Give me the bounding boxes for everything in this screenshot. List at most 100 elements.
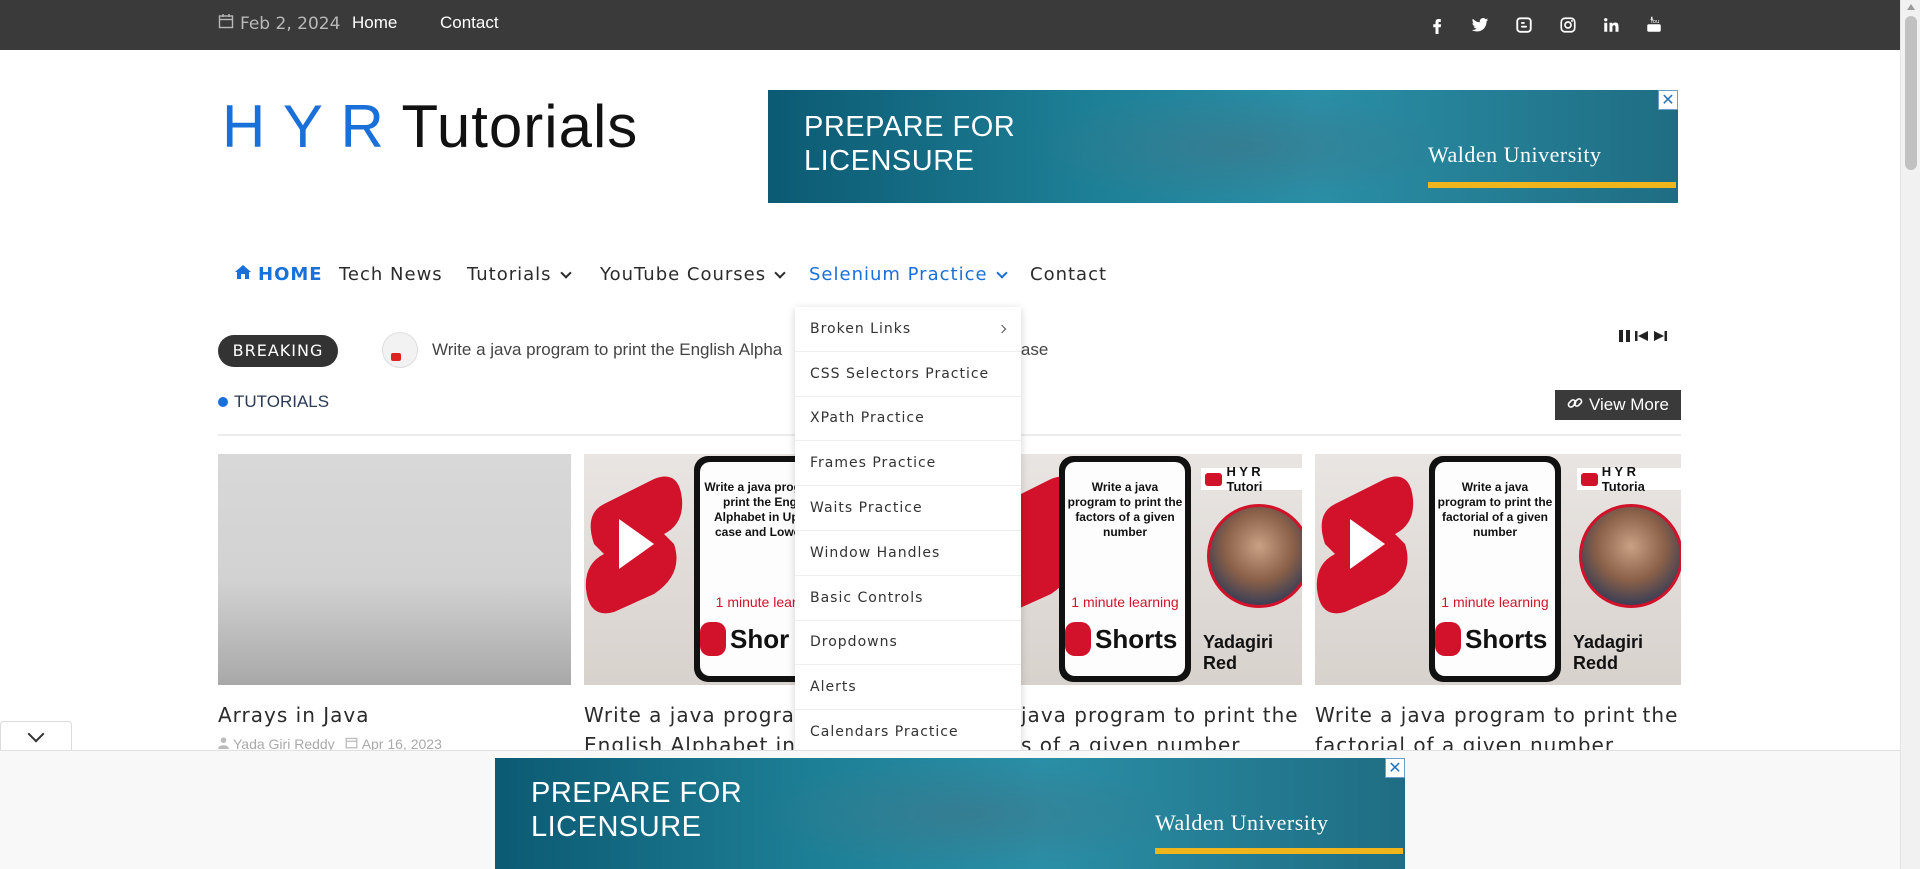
ad-headline-line1: PREPARE FOR (531, 777, 743, 809)
close-icon[interactable]: ✕ (1658, 90, 1678, 110)
youtube-icon (1205, 472, 1223, 486)
youtube-shorts-logo-icon (1316, 476, 1414, 614)
thumbnail-shorts-label: Shor (730, 623, 790, 654)
ad-stripe (1155, 848, 1403, 854)
next-icon[interactable] (1652, 328, 1668, 348)
dropdown-item-window-handles[interactable]: Window Handles (795, 531, 1021, 576)
header-ad-banner[interactable]: PREPARE FOR LICENSURE Walden University … (768, 90, 1678, 203)
page-scrollbar[interactable] (1900, 0, 1920, 869)
card-title-line1: java program to print the (1021, 703, 1299, 727)
site-logo[interactable]: H Y R Tutorials (222, 92, 638, 161)
dropdown-item-dropdowns[interactable]: Dropdowns (795, 621, 1021, 666)
breaking-label: BREAKING (218, 335, 338, 367)
phone-mockup: Write a java prog to print the Eng Alpha… (694, 456, 795, 682)
thumbnail-shorts: Shor (700, 622, 795, 656)
ad-headline-line2: LICENSURE (804, 145, 975, 177)
linkedin-icon[interactable] (1600, 14, 1622, 36)
thumbnail-shorts-label: Shorts (1465, 623, 1548, 654)
shorts-icon (700, 622, 726, 656)
bottom-ad-bar: PREPARE FOR LICENSURE Walden University … (0, 750, 1900, 869)
chevron-down-icon (27, 725, 45, 742)
logo-word: Tutorials (401, 93, 639, 160)
view-more-button[interactable]: View More (1555, 390, 1681, 420)
youtube-icon (1581, 472, 1598, 486)
section-dot-icon (218, 397, 228, 407)
thumbnail-text: Write a java program to print the factor… (1437, 480, 1553, 539)
thumbnail-shorts-label: Shorts (1095, 623, 1178, 654)
date-text: Feb 2, 2024 (240, 13, 341, 34)
youtube-icon[interactable]: You (1643, 14, 1665, 36)
ad-headline: PREPARE FOR LICENSURE (804, 110, 1015, 178)
link-icon (1567, 395, 1583, 416)
nav-tutorials[interactable]: Tutorials (467, 264, 572, 285)
topbar-link-home[interactable]: Home (352, 13, 397, 33)
instagram-icon[interactable] (1557, 14, 1579, 36)
dropdown-item-alerts[interactable]: Alerts (795, 665, 1021, 711)
channel-badge-text: H Y R Tutoria (1601, 464, 1645, 494)
nav-youtube-courses-label: YouTube Courses (600, 264, 767, 285)
calendar-icon (218, 13, 234, 34)
scroll-up-icon[interactable] (1907, 4, 1915, 10)
card-title[interactable]: Arrays in Java (218, 700, 369, 730)
thumbnail-minute-text: 1 minute learn (715, 594, 795, 610)
ad-headline-line1: PREPARE FOR (804, 111, 1016, 143)
thumbnail-shorts: Shorts (1435, 622, 1557, 656)
channel-badge: H Y R Tutori (1201, 464, 1302, 494)
nav-contact[interactable]: Contact (1030, 264, 1107, 285)
card-thumbnail[interactable]: Write a java program to print the factor… (1021, 454, 1302, 685)
dropdown-item-label: Broken Links (810, 320, 912, 337)
nav-home-label: HOME (258, 264, 323, 285)
channel-badge-text: H Y R Tutori (1226, 464, 1263, 494)
dropdown-item-basic-controls[interactable]: Basic Controls (795, 576, 1021, 621)
ad-brand: Walden University (1155, 810, 1329, 835)
nav-home[interactable]: HOME (234, 264, 323, 285)
top-bar: Feb 2, 2024 Home Contact You (0, 0, 1900, 50)
thumbnail-minute-text: 1 minute learning (1441, 594, 1549, 610)
thumbnail-shorts: Shorts (1065, 622, 1187, 656)
dropdown-item-broken-links[interactable]: Broken Links (795, 307, 1021, 352)
selenium-practice-dropdown: Broken Links CSS Selectors Practice XPat… (795, 307, 1021, 750)
topbar-link-contact[interactable]: Contact (440, 13, 499, 33)
card-thumbnail[interactable]: Write a java program to print the factor… (1315, 454, 1681, 685)
nav-youtube-courses[interactable]: YouTube Courses (600, 264, 786, 285)
dropdown-item-xpath[interactable]: XPath Practice (795, 397, 1021, 442)
previous-icon[interactable] (1634, 328, 1650, 348)
card-thumbnail[interactable]: Write a java prog to print the Eng Alpha… (584, 454, 795, 685)
date-display: Feb 2, 2024 (218, 13, 340, 34)
thumbnail-text: Write a java prog to print the Eng Alpha… (704, 480, 795, 539)
dropdown-item-frames[interactable]: Frames Practice (795, 441, 1021, 487)
presenter-avatar (1579, 504, 1681, 608)
svg-text:You: You (1649, 19, 1659, 25)
dropdown-item-calendars[interactable]: Calendars Practice (795, 710, 1021, 750)
collapse-ad-button[interactable] (0, 721, 72, 751)
breaking-thumbnail[interactable] (382, 332, 418, 368)
section-title: TUTORIALS (218, 392, 329, 412)
card-thumbnail[interactable] (218, 454, 571, 685)
scrollbar-thumb[interactable] (1905, 16, 1917, 170)
bottom-ad-banner[interactable]: PREPARE FOR LICENSURE Walden University … (495, 758, 1405, 869)
ad-headline: PREPARE FOR LICENSURE (531, 776, 742, 844)
card-title-line1: Write a java program (584, 703, 816, 727)
section-title-text: TUTORIALS (234, 392, 330, 411)
ad-photo (755, 758, 1175, 869)
blogger-icon[interactable] (1513, 14, 1535, 36)
phone-mockup: Write a java program to print the factor… (1059, 456, 1191, 682)
ad-headline-line2: LICENSURE (531, 811, 702, 843)
facebook-icon[interactable] (1426, 14, 1448, 36)
ad-photo (1028, 90, 1448, 203)
home-icon (234, 264, 252, 285)
breaking-headline[interactable]: Write a java program to print the Englis… (432, 340, 782, 360)
chevron-right-icon (997, 324, 1007, 334)
twitter-icon[interactable] (1469, 14, 1491, 36)
card-title-line1: Write a java program to print the (1315, 703, 1679, 727)
nav-selenium-practice[interactable]: Selenium Practice (809, 264, 1008, 285)
nav-tech-news[interactable]: Tech News (339, 264, 443, 285)
thumbnail-text: Write a java program to print the factor… (1067, 480, 1183, 539)
thumbnail-minute-text: 1 minute learning (1071, 594, 1179, 610)
close-icon[interactable]: ✕ (1385, 758, 1405, 778)
dropdown-item-css-selectors[interactable]: CSS Selectors Practice (795, 352, 1021, 397)
logo-initials: H Y R (222, 93, 385, 160)
dropdown-item-waits[interactable]: Waits Practice (795, 486, 1021, 531)
pause-icon[interactable] (1618, 328, 1632, 348)
nav-tutorials-label: Tutorials (467, 264, 552, 285)
